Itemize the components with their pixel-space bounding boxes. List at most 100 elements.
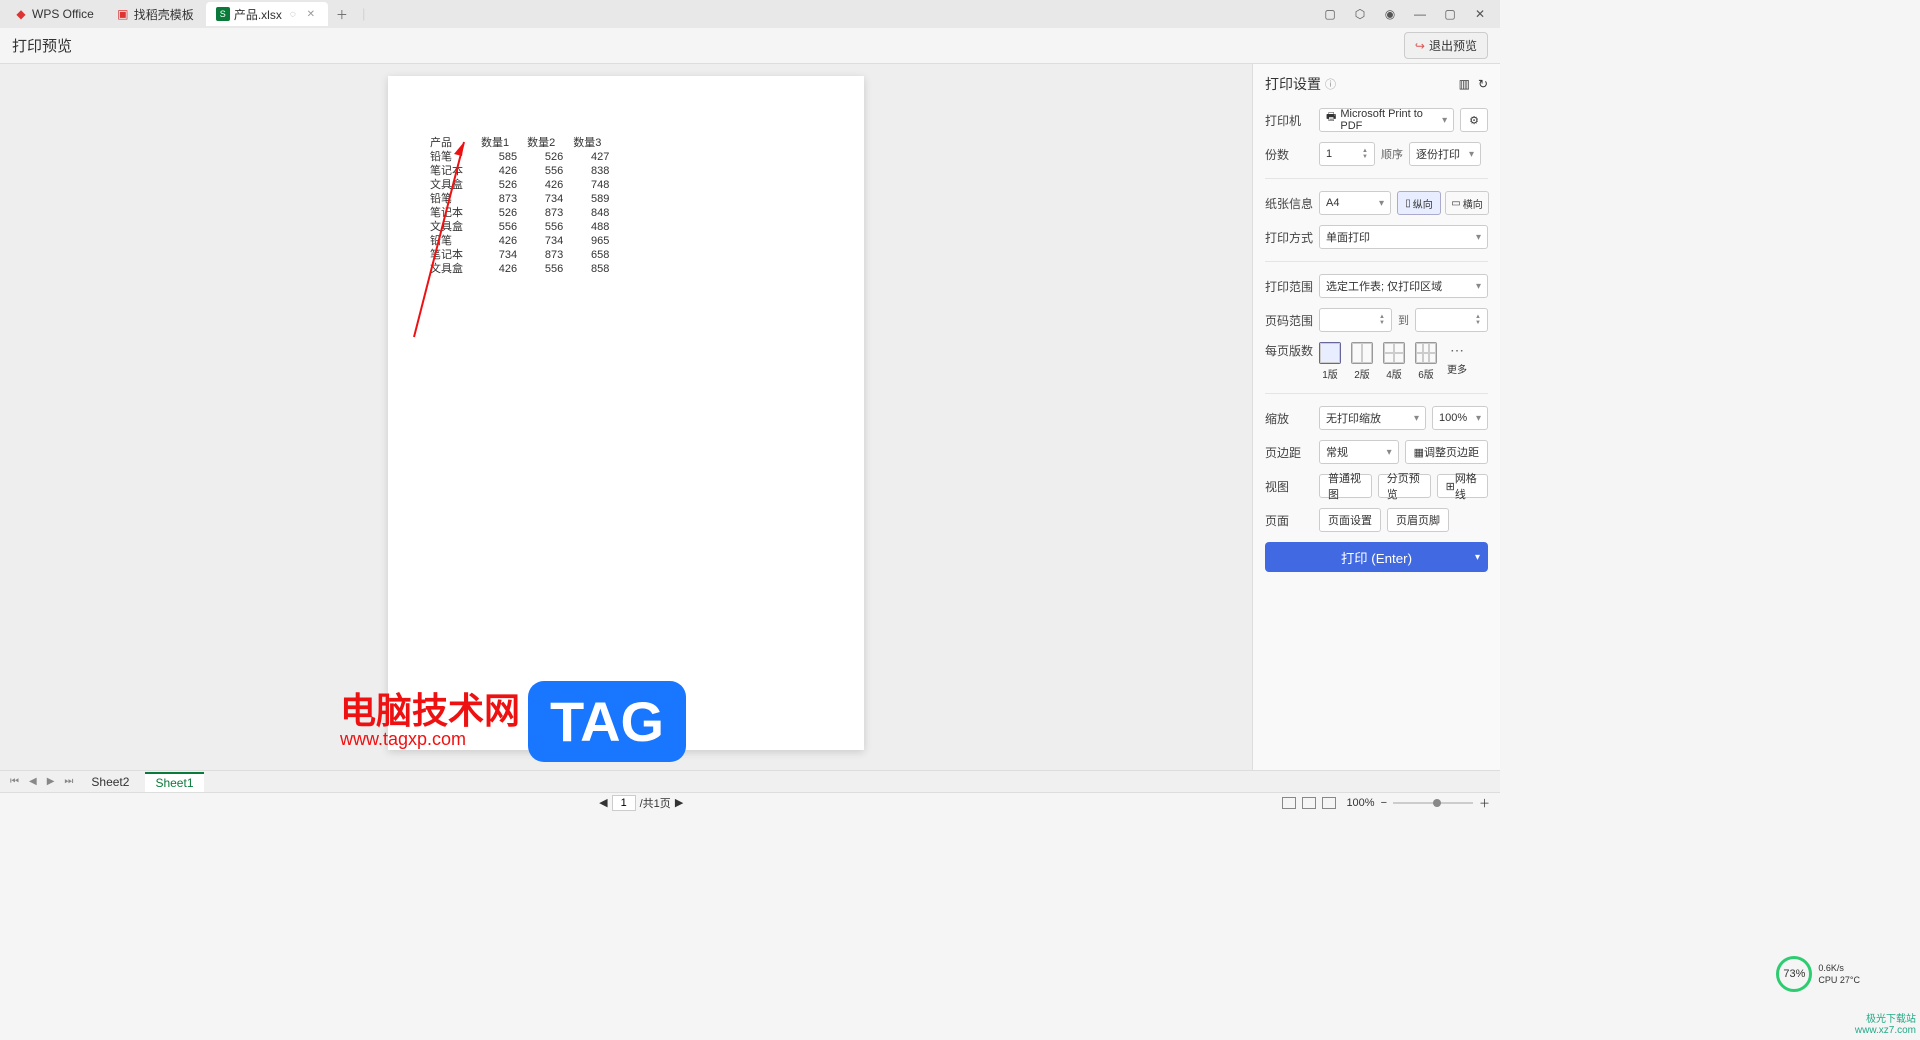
margin-label: 页边距 <box>1265 444 1313 461</box>
view-normal-icon[interactable] <box>1282 797 1296 809</box>
sheet-tab-sheet2[interactable]: Sheet2 <box>81 773 139 791</box>
help-icon[interactable]: ⓘ <box>1325 76 1336 92</box>
page-total-label: /共1页 <box>640 795 671 811</box>
page-to-input[interactable]: ▲▼ <box>1415 308 1488 332</box>
print-range-select[interactable]: 选定工作表; 仅打印区域▾ <box>1319 274 1488 298</box>
tab-close-icon[interactable]: ✕ <box>304 7 318 21</box>
page-next-icon[interactable]: ▶ <box>675 796 683 809</box>
zoom-slider[interactable] <box>1393 802 1473 804</box>
tab-timer-icon[interactable]: ◌ <box>286 7 300 21</box>
data-table: 产品数量1数量2数量3 铅笔585526427笔记本426556838文具盒52… <box>430 136 619 276</box>
page-label: 页面 <box>1265 512 1313 529</box>
printer-label: 打印机 <box>1265 112 1313 129</box>
view-mode-icons <box>1282 797 1336 809</box>
page-from-input[interactable]: ▲▼ <box>1319 308 1392 332</box>
tab-active-file[interactable]: S 产品.xlsx ◌ ✕ <box>206 2 328 26</box>
layout-1up[interactable]: 1版 <box>1319 342 1341 381</box>
close-icon[interactable]: ✕ <box>1472 6 1488 22</box>
sheet-tab-sheet1[interactable]: Sheet1 <box>145 772 203 792</box>
watermark-tag: TAG <box>528 681 686 762</box>
page-row: 页面 页面设置 页眉页脚 <box>1265 508 1488 532</box>
print-button[interactable]: 打印 (Enter) ▾ <box>1265 542 1488 572</box>
page-prev-icon[interactable]: ◀ <box>599 796 607 809</box>
zoom-pct-select[interactable]: 100%▾ <box>1432 406 1488 430</box>
preview-canvas[interactable]: 产品数量1数量2数量3 铅笔585526427笔记本426556838文具盒52… <box>0 64 1252 770</box>
orientation-landscape[interactable]: ▭横向 <box>1445 191 1489 215</box>
print-range-label: 打印范围 <box>1265 278 1313 295</box>
minimize-icon[interactable]: — <box>1412 6 1428 22</box>
print-method-label: 打印方式 <box>1265 229 1313 246</box>
page-range-label: 页码范围 <box>1265 312 1313 329</box>
main-area: 产品数量1数量2数量3 铅笔585526427笔记本426556838文具盒52… <box>0 64 1500 770</box>
header-footer-button[interactable]: 页眉页脚 <box>1387 508 1449 532</box>
copies-row: 份数 1 ▲▼ 顺序 逐份打印▾ <box>1265 142 1488 166</box>
page-navigator: ◀ /共1页 ▶ <box>599 795 683 811</box>
paper-label: 纸张信息 <box>1265 195 1313 212</box>
page-current-input[interactable] <box>612 795 636 811</box>
watermark: 电脑技术网 www.tagxp.com TAG <box>340 681 686 762</box>
cube-icon[interactable]: ⬡ <box>1352 6 1368 22</box>
print-method-select[interactable]: 单面打印▾ <box>1319 225 1488 249</box>
sheet-prev-icon[interactable]: ◀ <box>27 776 39 787</box>
watermark-url: www.tagxp.com <box>340 729 520 750</box>
printer-select[interactable]: 🖶Microsoft Print to PDF ▾ <box>1319 108 1454 132</box>
zoom-out-icon[interactable]: − <box>1381 797 1387 809</box>
tab-bar: ◆ WPS Office ▣ 找稻壳模板 S 产品.xlsx ◌ ✕ ＋ ｜ ▢… <box>0 0 1500 28</box>
refresh-icon[interactable]: ↻ <box>1478 77 1488 91</box>
margin-select[interactable]: 常规▾ <box>1319 440 1399 464</box>
preview-page: 产品数量1数量2数量3 铅笔585526427笔记本426556838文具盒52… <box>388 76 864 750</box>
view-normal-button[interactable]: 普通视图 <box>1319 474 1372 498</box>
maximize-icon[interactable]: ▢ <box>1442 6 1458 22</box>
zoom-control: 100% − ＋ <box>1346 795 1490 811</box>
layout-4up[interactable]: 4版 <box>1383 342 1405 381</box>
avatar-icon[interactable]: ◉ <box>1382 6 1398 22</box>
tab-home[interactable]: ◆ WPS Office <box>4 2 104 26</box>
portrait-icon: ▯ <box>1405 198 1411 209</box>
zoom-value: 100% <box>1346 797 1374 809</box>
view-split-button[interactable]: 分页预览 <box>1378 474 1431 498</box>
page-setup-button[interactable]: 页面设置 <box>1319 508 1381 532</box>
sheet-last-icon[interactable]: ⏭ <box>62 776 75 787</box>
caret-down-icon[interactable]: ▼ <box>1362 154 1368 160</box>
zoom-in-icon[interactable]: ＋ <box>1479 795 1490 811</box>
view-label: 视图 <box>1265 478 1313 495</box>
sheet-next-icon[interactable]: ▶ <box>45 776 57 787</box>
site-watermark: 极光下载站 www.xz7.com <box>1855 1010 1916 1036</box>
tab-template[interactable]: ▣ 找稻壳模板 <box>106 2 204 26</box>
panel-toggle-icon[interactable]: ▢ <box>1322 6 1338 22</box>
wps-logo-icon: ◆ <box>14 7 28 21</box>
orientation-portrait[interactable]: ▯纵向 <box>1397 191 1441 215</box>
copies-spinner[interactable]: 1 ▲▼ <box>1319 142 1375 166</box>
exit-preview-button[interactable]: ↪ 退出预览 <box>1404 32 1488 59</box>
margin-row: 页边距 常规▾ ▦调整页边距 <box>1265 440 1488 464</box>
layout-toggle-icon[interactable]: ▥ <box>1459 77 1470 91</box>
system-monitor-widget[interactable]: 73% 0.6K/s CPU 27°C <box>1776 956 1860 992</box>
print-range-row: 打印范围 选定工作表; 仅打印区域▾ <box>1265 274 1488 298</box>
layout-2up[interactable]: 2版 <box>1351 342 1373 381</box>
order-select[interactable]: 逐份打印▾ <box>1409 142 1481 166</box>
layout-6up[interactable]: 6版 <box>1415 342 1437 381</box>
tab-active-label: 产品.xlsx <box>234 6 282 23</box>
printer-settings-button[interactable]: ⚙ <box>1460 108 1488 132</box>
watermark-text: 电脑技术网 <box>340 693 520 729</box>
sheet-first-icon[interactable]: ⏮ <box>8 776 21 787</box>
view-break-icon[interactable] <box>1322 797 1336 809</box>
window-controls: ▢ ⬡ ◉ — ▢ ✕ <box>1322 6 1496 22</box>
layout-more[interactable]: ⋯更多 <box>1447 342 1467 376</box>
paper-select[interactable]: A4▾ <box>1319 191 1391 215</box>
to-label: 到 <box>1398 312 1409 328</box>
tab-add-button[interactable]: ＋ <box>330 6 354 23</box>
landscape-icon: ▭ <box>1451 198 1460 209</box>
exit-icon: ↪ <box>1415 39 1425 53</box>
per-page-row: 每页版数 1版 2版 4版 6版 ⋯更多 <box>1265 342 1488 381</box>
gridlines-button[interactable]: ⊞网格线 <box>1437 474 1488 498</box>
margin-adjust-button[interactable]: ▦调整页边距 <box>1405 440 1488 464</box>
print-method-row: 打印方式 单面打印▾ <box>1265 225 1488 249</box>
view-layout-icon[interactable] <box>1302 797 1316 809</box>
printer-icon: 🖶 <box>1326 108 1336 132</box>
print-preview-header: 打印预览 ↪ 退出预览 <box>0 28 1500 64</box>
order-label: 顺序 <box>1381 146 1403 162</box>
gear-icon: ⚙ <box>1469 114 1479 127</box>
zoom-label: 缩放 <box>1265 410 1313 427</box>
zoom-select[interactable]: 无打印缩放▾ <box>1319 406 1426 430</box>
